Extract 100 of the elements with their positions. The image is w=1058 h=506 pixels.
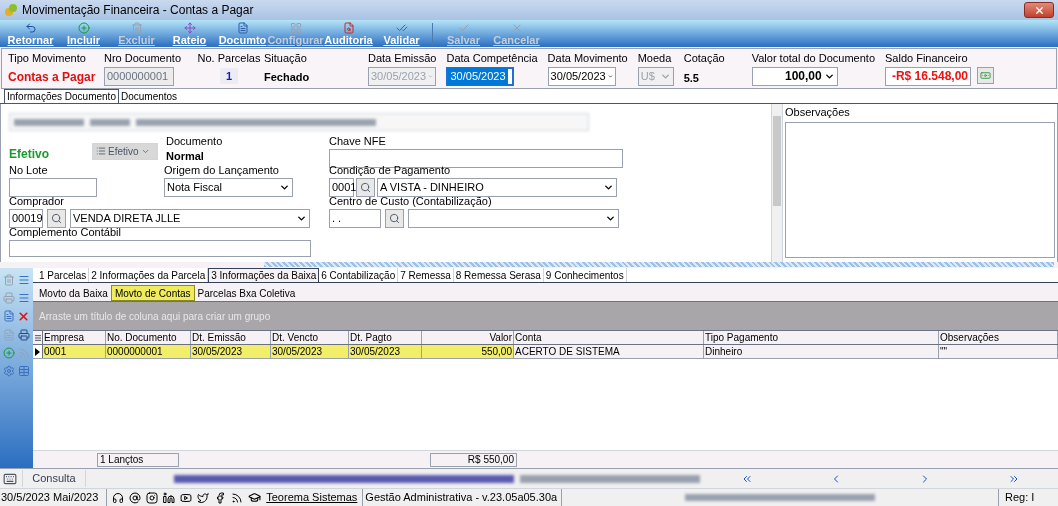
input-field[interactable]: 0001 [329, 177, 354, 197]
input-field[interactable]: 00019 [9, 208, 43, 228]
document-search-icon [342, 22, 355, 34]
document-type: Normal [166, 149, 205, 164]
table-cell: 30/05/2023 [271, 345, 349, 358]
tab[interactable]: Movto da Baixa [36, 285, 111, 301]
tab[interactable]: Movto de Contas [110, 285, 195, 301]
tab[interactable]: Informações Documento [4, 89, 119, 103]
list-icon [96, 146, 106, 157]
notes-field[interactable] [785, 121, 1055, 258]
close-icon [1033, 4, 1045, 16]
list-icon[interactable] [17, 274, 30, 286]
document-icon[interactable] [3, 310, 16, 322]
keyboard-icon [3, 471, 17, 486]
tab[interactable]: 8 Remessa Serasa [453, 268, 544, 282]
search-icon [360, 181, 371, 193]
toolbar-button[interactable]: Retornar [4, 22, 57, 47]
tab[interactable]: Documentos [118, 89, 180, 103]
tab[interactable]: 3 Informações da Baixa [208, 268, 320, 282]
column-header[interactable]: Tipo Pagamento [704, 331, 939, 344]
column-header[interactable]: Conta [514, 331, 704, 344]
column-header[interactable]: Dt. Emissão [191, 331, 271, 344]
double-check-icon [395, 22, 408, 34]
toolbar-button[interactable]: Documto [216, 22, 269, 47]
total-value-field[interactable]: 100,00 [751, 66, 838, 86]
input-field[interactable]: 0000000001 [104, 66, 174, 86]
field-label: Tipo Movimento [8, 52, 87, 66]
status-value: Fechado [264, 69, 311, 85]
youtube-icon[interactable] [180, 491, 193, 504]
close-button[interactable] [1024, 2, 1054, 18]
column-header[interactable]: Observações [939, 331, 1058, 344]
tab[interactable]: Parcelas Bxa Coletiva [194, 285, 299, 301]
entry-count: 1 Lançtos [97, 452, 179, 467]
table-cell: 0001 [43, 345, 106, 358]
column-header[interactable]: Empresa [43, 331, 106, 344]
table-cell: ACERTO DE SISTEMA [514, 345, 704, 358]
splitter-handle[interactable] [264, 262, 1054, 267]
linkedin-icon[interactable] [163, 491, 176, 504]
tab[interactable]: 6 Contabilização [319, 268, 399, 282]
field-label: Observações [785, 106, 851, 120]
input-field[interactable] [9, 239, 311, 257]
toolbar-button[interactable]: Rateio [163, 22, 216, 47]
column-header[interactable]: Valor [422, 331, 514, 344]
registry-label: Reg: I [998, 489, 1058, 506]
company-link[interactable]: Teorema Sistemas [266, 489, 358, 506]
status-button[interactable]: Efetivo [92, 142, 158, 160]
input-field[interactable] [9, 177, 97, 197]
tab[interactable]: 1 Parcelas [37, 268, 90, 282]
check-icon [457, 22, 470, 34]
table-cell: 30/05/2023 [349, 345, 422, 358]
facebook-icon[interactable] [214, 491, 227, 504]
group-hint: Arraste um título de coluna aqui para criar um grupo [39, 309, 271, 324]
money-bag-button[interactable] [977, 66, 994, 84]
cost-center-dropdown[interactable] [407, 208, 619, 228]
field-label: Condição de Pagamento [329, 164, 452, 178]
table-icon[interactable] [17, 365, 30, 377]
tab[interactable]: 7 Remessa [398, 268, 454, 282]
scrollbar-thumb[interactable] [773, 116, 781, 206]
payment-condition-dropdown[interactable]: A VISTA - DINHEIRO [377, 177, 617, 197]
move-icon [183, 22, 196, 34]
at-sign-icon[interactable] [129, 491, 142, 504]
search-button[interactable] [47, 208, 66, 228]
column-header[interactable]: Dt. Pagto [349, 331, 422, 344]
exchange-rate: 5.5 [683, 70, 700, 86]
printer-icon[interactable] [17, 329, 30, 341]
status-label: Efetivo [9, 146, 49, 164]
date-picker[interactable]: 30/05/2023 [547, 66, 616, 86]
column-header[interactable]: No. Documento [106, 331, 191, 344]
toolbar-button[interactable]: Validar [375, 22, 428, 47]
toolbar-button[interactable]: Incluir [57, 22, 110, 47]
settings-icon[interactable] [3, 365, 16, 377]
tab[interactable]: 9 Conhecimentos [543, 268, 627, 282]
search-button[interactable] [385, 208, 404, 228]
input-field[interactable] [329, 148, 623, 168]
input-field[interactable]: . . [329, 208, 381, 228]
field-label: Centro de Custo (Contabilização) [329, 195, 493, 209]
graduation-cap-icon[interactable] [248, 491, 262, 504]
date-picker[interactable]: 30/05/2023 [446, 66, 515, 86]
field-label: Data Competência [446, 52, 538, 66]
buyer-dropdown[interactable]: VENDA DIRETA JLLE [70, 208, 310, 228]
column-header[interactable]: Dt. Vencto [271, 331, 349, 344]
coins-icon [4, 3, 18, 17]
field-label: Comprador [9, 195, 66, 209]
search-button[interactable] [356, 177, 375, 197]
field-label: Nro Documento [104, 52, 183, 66]
undo-icon [24, 22, 37, 34]
list-icon[interactable] [17, 292, 30, 304]
field-label: Cotação [683, 52, 726, 66]
headset-icon[interactable] [112, 491, 125, 504]
field-label: Data Movimento [547, 52, 628, 66]
money-icon [980, 69, 991, 81]
table-cell: "" [939, 345, 1058, 358]
version-label: Gestão Administrativa - v.23.05a05.30a [362, 489, 563, 506]
instagram-icon[interactable] [146, 491, 159, 504]
field-label: Saldo Financeiro [885, 52, 969, 66]
column-chooser-icon[interactable] [33, 333, 42, 342]
origin-dropdown[interactable]: Nota Fiscal [164, 177, 293, 197]
twitter-icon[interactable] [197, 491, 210, 504]
trash-icon[interactable] [3, 274, 16, 286]
table-cell: 550,00 [422, 345, 514, 358]
